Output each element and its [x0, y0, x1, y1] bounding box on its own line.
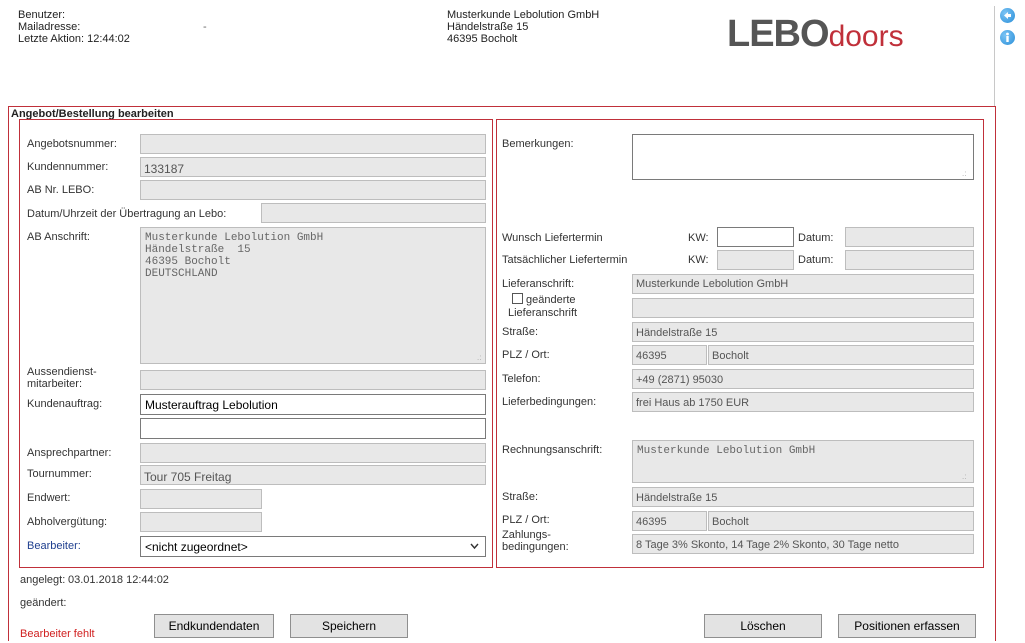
rechnungsanschrift-textarea[interactable]: Musterkunde Lebolution GmbH — [632, 440, 974, 483]
aussendienst-label-1: Aussendienst- — [27, 366, 97, 378]
bearbeiter-fehlt-warning: Bearbeiter fehlt — [20, 628, 95, 640]
plz-ort-label: PLZ / Ort: — [502, 349, 550, 361]
ab-nr-label: AB Nr. LEBO: — [27, 184, 95, 196]
logo-bold: LEBO — [727, 13, 830, 55]
plz-field: 46395 — [632, 345, 707, 365]
telefon-label: Telefon: — [502, 373, 541, 385]
company-address: Musterkunde Lebolution GmbH Händelstraße… — [447, 9, 599, 45]
back-arrow-icon[interactable] — [1000, 8, 1015, 23]
aussendienst-field — [140, 370, 486, 390]
r-strasse-field: Händelstraße 15 — [632, 487, 974, 507]
angebotsnummer-field — [140, 134, 486, 154]
chevron-down-icon — [470, 543, 479, 550]
endwert-label: Endwert: — [27, 492, 71, 504]
logo-light: doors — [828, 20, 904, 53]
abholverguetung-label: Abholvergütung: — [27, 516, 108, 528]
lebo-doors-logo: LEBOdoors — [727, 14, 904, 63]
endkundendaten-button[interactable]: Endkundendaten — [154, 614, 274, 638]
kundenauftrag-input-2[interactable] — [140, 418, 486, 439]
lieferbedingungen-label: Lieferbedingungen: — [502, 396, 597, 408]
user-info: Benutzer: Mailadresse: Letzte Aktion: 12… — [18, 9, 130, 45]
ansprechpartner-field — [140, 443, 486, 463]
loeschen-button[interactable]: Löschen — [704, 614, 822, 638]
kundenauftrag-input[interactable]: Musterauftrag Lebolution — [140, 394, 486, 415]
lieferanschrift-field-2 — [632, 298, 974, 318]
user-label: Benutzer: — [18, 9, 66, 21]
zahlung-label-2: bedingungen: — [502, 541, 569, 553]
speichern-button[interactable]: Speichern — [290, 614, 408, 638]
tats-kw-label: KW: — [688, 254, 709, 266]
r-strasse-label: Straße: — [502, 491, 539, 503]
angelegt-label: angelegt: — [20, 574, 66, 586]
company-street: Händelstraße 15 — [447, 21, 529, 33]
geaenderte-label-2: Lieferanschrift — [508, 307, 578, 319]
wunsch-kw-label: KW: — [688, 232, 709, 244]
aussendienst-label-2: mitarbeiter: — [27, 378, 83, 390]
tournummer-field: Tour 705 Freitag — [140, 465, 486, 485]
tournummer-label: Tournummer: — [27, 468, 92, 480]
lieferanschrift-label: Lieferanschrift: — [502, 278, 575, 290]
bearbeiter-label[interactable]: Bearbeiter: — [27, 540, 81, 552]
angebotsnummer-label: Angebotsnummer: — [27, 138, 117, 150]
tats-datum-label: Datum: — [798, 254, 834, 266]
strasse-field: Händelstraße 15 — [632, 322, 974, 342]
wunsch-liefertermin-label: Wunsch Liefertermin — [502, 232, 603, 244]
kundennummer-field: 133187 — [140, 157, 486, 177]
mail-label: Mailadresse: — [18, 21, 81, 33]
last-action: Letzte Aktion: 12:44:02 — [18, 33, 130, 45]
zahlung-label-1: Zahlungs- — [502, 529, 551, 541]
company-city: 46395 Bocholt — [447, 33, 518, 45]
kundenauftrag-label: Kundenauftrag: — [27, 398, 103, 410]
r-plz-ort-label: PLZ / Ort: — [502, 514, 550, 526]
tats-kw-field — [717, 250, 794, 270]
telefon-field: +49 (2871) 95030 — [632, 369, 974, 389]
ab-anschrift-textarea[interactable]: Musterkunde Lebolution GmbH Händelstraße… — [140, 227, 486, 364]
zahlungsbedingungen-field: 8 Tage 3% Skonto, 14 Tage 2% Skonto, 30 … — [632, 534, 974, 554]
ab-anschrift-label: AB Anschrift: — [27, 231, 90, 243]
bemerkungen-textarea[interactable] — [632, 134, 974, 180]
tatsaechlicher-liefertermin-label: Tatsächlicher Liefertermin — [502, 254, 628, 266]
ansprechpartner-label: Ansprechpartner: — [27, 447, 112, 459]
info-icon[interactable] — [1000, 30, 1015, 45]
lieferbedingungen-field: frei Haus ab 1750 EUR — [632, 392, 974, 412]
strasse-label: Straße: — [502, 326, 539, 338]
bearbeiter-selected: <nicht zugeordnet> — [145, 540, 248, 554]
bemerkungen-label: Bemerkungen: — [502, 138, 574, 150]
kundennummer-label: Kundennummer: — [27, 161, 109, 173]
tats-datum-field — [845, 250, 974, 270]
endwert-field — [140, 489, 262, 509]
ort-field: Bocholt — [708, 345, 974, 365]
aussendienst-label: Aussendienst- mitarbeiter: — [27, 366, 97, 390]
lieferanschrift-field: Musterkunde Lebolution GmbH — [632, 274, 974, 294]
wunsch-kw-input[interactable] — [717, 227, 794, 247]
positionen-erfassen-button[interactable]: Positionen erfassen — [838, 614, 976, 638]
bearbeiter-select[interactable]: <nicht zugeordnet> — [140, 536, 486, 557]
geaendert-label: geändert: — [20, 597, 67, 609]
abholverguetung-field — [140, 512, 262, 532]
rechnungsanschrift-label: Rechnungsanschrift: — [502, 444, 603, 456]
zahlungsbedingungen-label: Zahlungs- bedingungen: — [502, 529, 569, 553]
angelegt-value: 03.01.2018 12:44:02 — [68, 574, 169, 586]
company-name: Musterkunde Lebolution GmbH — [447, 9, 600, 21]
ab-nr-field — [140, 180, 486, 200]
wunsch-datum-label: Datum: — [798, 232, 834, 244]
geaenderte-lieferanschrift-checkbox[interactable] — [512, 293, 523, 304]
r-ort-field: Bocholt — [708, 511, 974, 531]
r-plz-field: 46395 — [632, 511, 707, 531]
geaenderte-label-1: geänderte — [526, 294, 576, 306]
wunsch-datum-field — [845, 227, 974, 247]
mail-value: - — [203, 21, 207, 33]
datum-uebertragung-field — [261, 203, 486, 223]
datum-uebertragung-label: Datum/Uhrzeit der Übertragung an Lebo: — [27, 208, 227, 220]
